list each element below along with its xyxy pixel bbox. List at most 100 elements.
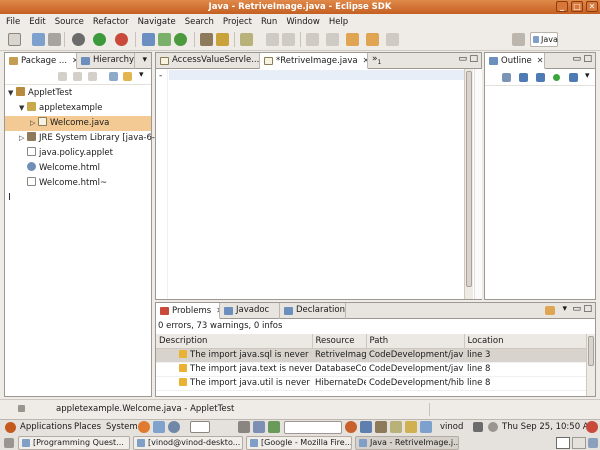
search-icon[interactable] — [240, 33, 253, 46]
minimize-button[interactable]: _ — [556, 1, 568, 12]
notes-icon[interactable] — [405, 421, 417, 433]
link-with-editor-icon[interactable] — [123, 72, 132, 81]
open-type-icon[interactable] — [200, 33, 213, 46]
trash-icon[interactable] — [588, 438, 598, 448]
clock[interactable]: Thu Sep 25, 10:50 AM — [502, 422, 596, 432]
previous-annotation-icon[interactable] — [326, 33, 339, 46]
tree-item-welcome-html[interactable]: Welcome.html — [5, 161, 151, 176]
print-icon[interactable] — [48, 33, 61, 46]
next-annotation-icon[interactable] — [306, 33, 319, 46]
new-class-icon[interactable] — [174, 33, 187, 46]
tab-problems[interactable]: Problems✕ — [156, 303, 220, 319]
accessibility-icon[interactable] — [360, 421, 372, 433]
tab-javadoc[interactable]: Javadoc — [220, 303, 280, 319]
java-perspective-button[interactable]: Java — [530, 32, 558, 47]
workspace-2[interactable] — [572, 437, 586, 449]
menu-project[interactable]: Project — [223, 17, 252, 27]
open-perspective-icon[interactable] — [512, 33, 525, 46]
column-header-description[interactable]: Description — [156, 334, 313, 349]
new-package-icon[interactable] — [158, 33, 171, 46]
view-menu-icon[interactable]: ▾ — [585, 71, 590, 81]
menu-file[interactable]: File — [6, 17, 20, 27]
shutdown-icon[interactable] — [586, 421, 598, 433]
tree-item-java-policy-applet[interactable]: java.policy.applet — [5, 146, 151, 161]
file-manager-icon[interactable] — [375, 421, 387, 433]
minimize-editor-button[interactable]: ▭ — [458, 54, 467, 64]
firefox-icon[interactable] — [138, 421, 150, 433]
editor-scrollbar[interactable] — [464, 69, 473, 299]
fold-marker[interactable]: - — [159, 71, 162, 81]
sort-icon[interactable] — [502, 73, 511, 82]
menu-edit[interactable]: Edit — [29, 17, 45, 27]
firefox-launcher-icon[interactable] — [345, 421, 357, 433]
maximize-outline-button[interactable]: □ — [583, 54, 592, 64]
forward-icon[interactable] — [386, 33, 399, 46]
forward-icon[interactable] — [73, 72, 82, 81]
tab-declaration[interactable]: Declaration — [280, 303, 346, 319]
view-menu-icon[interactable]: ▾ — [139, 70, 144, 80]
tree-item-jre-library[interactable]: ▷ JRE System Library [java-6-su — [5, 131, 165, 146]
text-editor-icon[interactable] — [253, 421, 265, 433]
search-input[interactable] — [284, 421, 342, 434]
email-icon[interactable] — [153, 421, 165, 433]
maximize-button[interactable]: □ — [571, 1, 583, 12]
applications-menu[interactable]: Applications — [20, 422, 72, 432]
expand-arrow-icon[interactable]: ▼ — [19, 101, 27, 116]
column-header-path[interactable]: Path — [366, 334, 465, 349]
code-editor[interactable] — [170, 69, 462, 297]
menu-source[interactable]: Source — [55, 17, 84, 27]
tab-overflow-button[interactable]: »1 — [372, 54, 381, 66]
back-icon[interactable] — [366, 33, 379, 46]
table-row[interactable]: The import java.util is never usec Hiber… — [156, 376, 586, 391]
expand-arrow-icon[interactable]: ▼ — [8, 86, 16, 101]
app-launcher-icon[interactable] — [268, 421, 280, 433]
menu-search[interactable]: Search — [185, 17, 214, 27]
show-whitespace-icon[interactable] — [282, 33, 295, 46]
close-icon[interactable]: ✕ — [537, 56, 544, 65]
hide-non-public-icon[interactable] — [553, 74, 560, 81]
show-desktop-icon[interactable] — [190, 421, 210, 433]
network-icon[interactable] — [473, 422, 483, 432]
show-desktop-button[interactable] — [4, 438, 14, 448]
tab-retriveimage[interactable]: *RetriveImage.java ✕ — [260, 53, 368, 69]
menu-help[interactable]: Help — [329, 17, 348, 27]
run-icon[interactable] — [93, 33, 106, 46]
terminal-icon[interactable] — [238, 421, 250, 433]
expand-arrow-icon[interactable]: ▷ — [30, 116, 38, 131]
maximize-editor-button[interactable]: □ — [469, 54, 478, 64]
back-icon[interactable] — [58, 72, 67, 81]
taskbar-item-eclipse[interactable]: Java - RetriveImage.j... — [355, 436, 459, 450]
minimize-outline-button[interactable]: ▭ — [572, 54, 581, 64]
filter-icon[interactable] — [545, 306, 555, 315]
expand-arrow-icon[interactable]: ▷ — [19, 131, 27, 146]
tab-outline[interactable]: Outline ✕ — [485, 53, 545, 69]
maximize-problems-button[interactable]: □ — [583, 304, 592, 314]
last-edit-location-icon[interactable] — [346, 33, 359, 46]
tree-item-applettest[interactable]: ▼ AppletTest — [5, 86, 151, 101]
toggle-mark-occurrences-icon[interactable] — [266, 33, 279, 46]
menu-navigate[interactable]: Navigate — [138, 17, 176, 27]
volume-icon[interactable] — [488, 422, 498, 432]
table-row[interactable]: The import java.sql is never used Retriv… — [156, 348, 586, 363]
save-icon[interactable] — [32, 33, 45, 46]
taskbar-item-firefox[interactable]: [Google - Mozilla Fire... — [246, 436, 352, 450]
places-menu[interactable]: Places — [74, 422, 101, 432]
minimize-problems-button[interactable]: ▭ — [572, 304, 581, 314]
menu-refactor[interactable]: Refactor — [93, 17, 129, 27]
problems-scrollbar[interactable] — [586, 334, 595, 396]
menu-run[interactable]: Run — [261, 17, 277, 27]
view-menu-icon[interactable]: ▾ — [142, 55, 147, 65]
fast-view-icon[interactable] — [18, 405, 25, 412]
new-java-project-icon[interactable] — [142, 33, 155, 46]
hide-fields-icon[interactable] — [519, 73, 528, 82]
close-window-button[interactable]: ✕ — [586, 1, 598, 12]
scrollbar-thumb[interactable] — [466, 71, 472, 287]
home-folder-icon[interactable] — [390, 421, 402, 433]
hide-local-types-icon[interactable] — [569, 73, 578, 82]
external-tools-icon[interactable] — [115, 33, 128, 46]
scrollbar-thumb[interactable] — [588, 336, 594, 366]
username-label[interactable]: vinod — [440, 422, 463, 432]
tab-hierarchy[interactable]: Hierarchy — [77, 53, 135, 69]
tab-package-explorer[interactable]: Package ...✕ — [5, 53, 77, 69]
tree-item-appletexample[interactable]: ▼ appletexample — [5, 101, 151, 116]
